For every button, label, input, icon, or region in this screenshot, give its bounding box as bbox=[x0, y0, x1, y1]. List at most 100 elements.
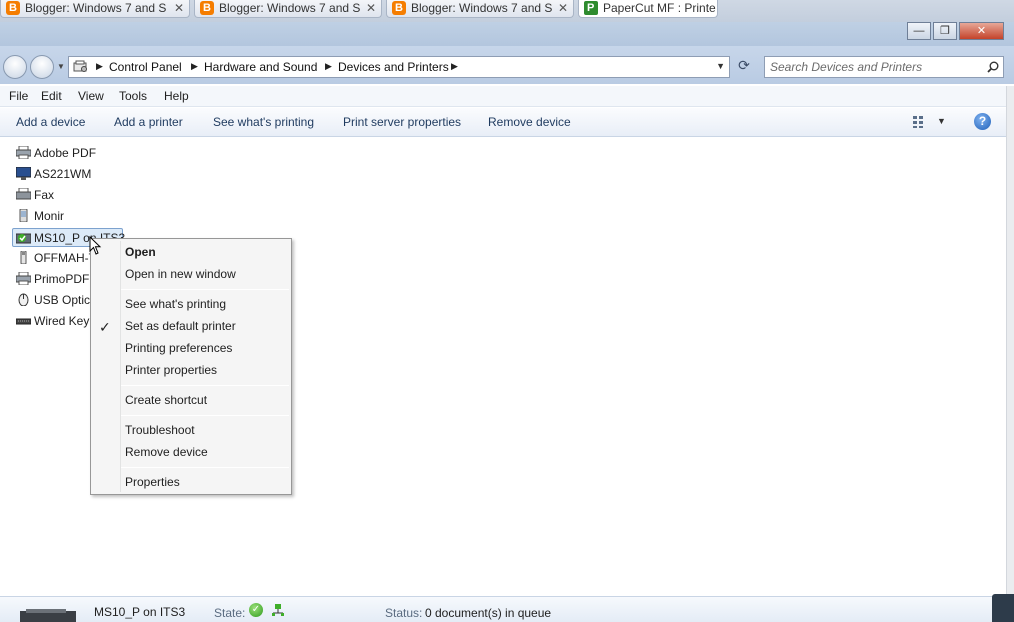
device-label: Fax bbox=[34, 188, 55, 202]
vertical-scrollbar[interactable] bbox=[1006, 86, 1014, 596]
menu-item-remove-device[interactable]: Remove device bbox=[125, 445, 208, 459]
browser-tab[interactable]: Blogger: Windows 7 and S ✕ bbox=[194, 0, 382, 18]
tab-close-icon[interactable]: ✕ bbox=[174, 0, 184, 16]
menu-item-create-shortcut[interactable]: Create shortcut bbox=[125, 393, 207, 407]
window-title-bar bbox=[0, 22, 1014, 46]
device-label: AS221WM bbox=[34, 167, 92, 181]
menu-item-printing-preferences[interactable]: Printing preferences bbox=[125, 341, 232, 355]
details-device-name: MS10_P on ITS3 bbox=[94, 605, 186, 619]
breadcrumb-separator-icon[interactable]: ▶ bbox=[451, 61, 458, 72]
command-bar: Add a device Add a printer See what's pr… bbox=[0, 108, 1006, 137]
breadcrumb-separator-icon[interactable]: ▶ bbox=[96, 61, 103, 72]
search-input[interactable] bbox=[770, 59, 980, 75]
address-dropdown-icon[interactable]: ▼ bbox=[716, 61, 725, 71]
menu-item-troubleshoot[interactable]: Troubleshoot bbox=[125, 423, 195, 437]
ready-check-icon: ✓ bbox=[249, 603, 263, 617]
corner-overlay-icon bbox=[992, 594, 1014, 622]
keyboard-icon bbox=[16, 318, 31, 325]
maximize-button[interactable]: ❐ bbox=[933, 22, 957, 40]
usb-drive-icon bbox=[20, 251, 27, 264]
device-label: Adobe PDF bbox=[34, 146, 97, 160]
mouse-cursor-icon bbox=[89, 236, 102, 255]
recent-pages-dropdown-icon[interactable]: ▼ bbox=[57, 62, 65, 71]
browser-tab-label: PaperCut MF : Printe bbox=[603, 1, 716, 15]
device-label: OFFMAH-T bbox=[34, 251, 96, 265]
device-adobe-pdf[interactable]: Adobe PDF bbox=[16, 144, 116, 163]
breadcrumb-hardware-and-sound[interactable]: Hardware and Sound bbox=[204, 60, 317, 74]
remove-device-button[interactable]: Remove device bbox=[488, 115, 571, 129]
menu-help[interactable]: Help bbox=[164, 89, 189, 103]
mouse-icon bbox=[18, 293, 29, 306]
device-as221wm[interactable]: AS221WM bbox=[16, 165, 116, 184]
menu-edit[interactable]: Edit bbox=[41, 89, 62, 103]
menu-item-open[interactable]: Open bbox=[125, 245, 156, 259]
device-label: Monir bbox=[34, 209, 65, 223]
refresh-icon[interactable]: ⟳ bbox=[733, 57, 755, 77]
device-fax[interactable]: Fax bbox=[16, 186, 76, 205]
add-device-button[interactable]: Add a device bbox=[16, 115, 85, 129]
menu-bar: File Edit View Tools Help bbox=[0, 86, 1006, 107]
menu-separator bbox=[121, 415, 289, 416]
browser-tab-label: Blogger: Windows 7 and S bbox=[411, 1, 553, 15]
browser-tab-active[interactable]: PaperCut MF : Printe bbox=[578, 0, 718, 18]
details-state-label: State: bbox=[214, 606, 246, 620]
help-icon[interactable]: ? bbox=[974, 113, 991, 130]
printer-icon bbox=[16, 272, 31, 285]
device-label: Wired Keyb bbox=[34, 314, 97, 328]
menu-item-printer-properties[interactable]: Printer properties bbox=[125, 363, 217, 377]
checkmark-icon: ✓ bbox=[99, 319, 111, 335]
menu-item-properties[interactable]: Properties bbox=[125, 475, 180, 489]
phone-icon bbox=[19, 209, 28, 222]
breadcrumb-separator-icon[interactable]: ▶ bbox=[191, 61, 198, 72]
device-primopdf[interactable]: PrimoPDF bbox=[16, 270, 96, 289]
print-server-properties-button[interactable]: Print server properties bbox=[343, 115, 461, 129]
minimize-button[interactable]: — bbox=[907, 22, 931, 40]
device-wired-keyboard[interactable]: Wired Keyb bbox=[16, 312, 96, 331]
breadcrumb-devices-and-printers[interactable]: Devices and Printers bbox=[338, 60, 449, 74]
breadcrumb-control-panel[interactable]: Control Panel bbox=[109, 60, 182, 74]
view-options-dropdown-icon[interactable]: ▼ bbox=[937, 116, 946, 126]
search-icon[interactable] bbox=[987, 61, 999, 73]
forward-button[interactable] bbox=[30, 55, 54, 79]
close-button[interactable]: ✕ bbox=[959, 22, 1004, 40]
monitor-icon bbox=[16, 167, 31, 180]
printer-icon bbox=[16, 146, 31, 159]
device-label: USB Optica bbox=[34, 293, 97, 307]
control-panel-icon bbox=[73, 60, 87, 72]
breadcrumb-separator-icon[interactable]: ▶ bbox=[325, 61, 332, 72]
menu-file[interactable]: File bbox=[9, 89, 28, 103]
device-monir[interactable]: Monir bbox=[16, 207, 76, 226]
menu-item-open-new-window[interactable]: Open in new window bbox=[125, 267, 236, 281]
network-status-icon bbox=[272, 604, 284, 616]
details-status-label: Status: bbox=[385, 606, 423, 620]
network-printer-icon bbox=[16, 233, 31, 244]
add-printer-button[interactable]: Add a printer bbox=[114, 115, 183, 129]
details-status-value: 0 document(s) in queue bbox=[425, 606, 552, 620]
blogger-icon bbox=[392, 0, 406, 16]
printer-thumbnail-icon bbox=[20, 609, 76, 622]
view-options-icon[interactable] bbox=[912, 115, 928, 129]
back-button[interactable] bbox=[3, 55, 27, 79]
address-bar[interactable]: ▶ Control Panel ▶ Hardware and Sound ▶ D… bbox=[68, 56, 730, 78]
fax-icon bbox=[16, 188, 31, 200]
search-box[interactable] bbox=[764, 56, 1004, 78]
see-whats-printing-button[interactable]: See what's printing bbox=[213, 115, 314, 129]
menu-gutter bbox=[120, 241, 121, 492]
tab-close-icon[interactable]: ✕ bbox=[366, 0, 376, 16]
menu-view[interactable]: View bbox=[78, 89, 104, 103]
browser-tab-label: Blogger: Windows 7 and S bbox=[219, 1, 361, 15]
browser-tab-label: Blogger: Windows 7 and S bbox=[25, 1, 167, 15]
context-menu: Open Open in new window See what's print… bbox=[90, 238, 292, 495]
browser-tab[interactable]: Blogger: Windows 7 and S ✕ bbox=[386, 0, 574, 18]
menu-separator bbox=[121, 385, 289, 386]
menu-item-set-default-printer[interactable]: Set as default printer bbox=[125, 319, 236, 333]
menu-tools[interactable]: Tools bbox=[119, 89, 147, 103]
device-label: PrimoPDF bbox=[34, 272, 90, 286]
menu-separator bbox=[121, 289, 289, 290]
blogger-icon bbox=[6, 0, 20, 16]
browser-tab[interactable]: Blogger: Windows 7 and S ✕ bbox=[0, 0, 190, 18]
menu-item-see-whats-printing[interactable]: See what's printing bbox=[125, 297, 226, 311]
device-usb-optical-mouse[interactable]: USB Optica bbox=[16, 291, 97, 310]
menu-separator bbox=[121, 467, 289, 468]
tab-close-icon[interactable]: ✕ bbox=[558, 0, 568, 16]
